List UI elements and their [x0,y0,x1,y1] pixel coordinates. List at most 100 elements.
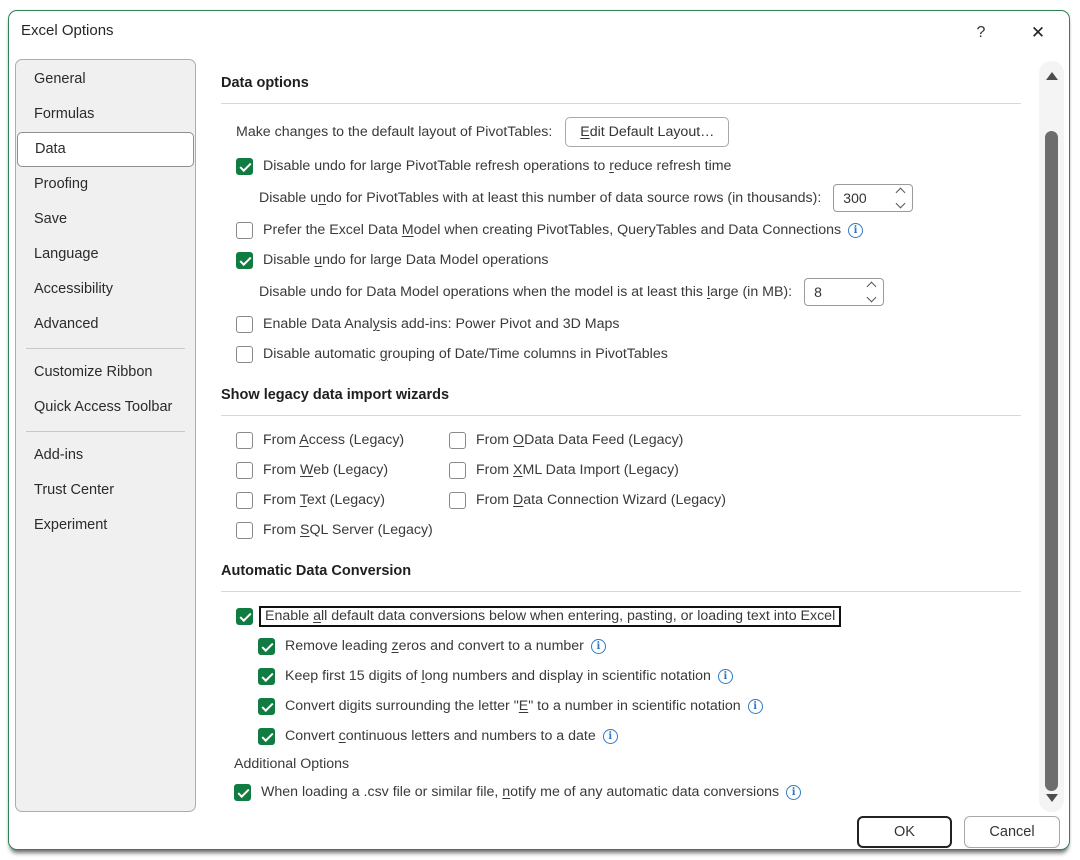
info-icon[interactable]: i [602,728,618,744]
sidebar-item-language[interactable]: Language [16,237,195,272]
from-web-checkbox[interactable] [236,461,253,479]
title-bar: Excel Options ? ✕ [9,11,1069,55]
excel-options-dialog: Excel Options ? ✕ General Formulas Data … [8,10,1070,850]
sidebar-item-formulas[interactable]: Formulas [16,97,195,132]
spinner-up-icon[interactable] [895,187,906,198]
convert-e-checkbox[interactable] [258,697,275,715]
sidebar-item-quick-access-toolbar[interactable]: Quick Access Toolbar [16,390,195,425]
help-icon[interactable]: ? [967,20,995,46]
additional-options-label: Additional Options [234,756,350,772]
keep-digits-checkbox[interactable] [258,667,275,685]
disable-undo-pivot-row: Disable undo for large PivotTable refres… [221,151,1021,181]
from-access-checkbox[interactable] [236,431,253,449]
pivot-rows-threshold-row: Disable undo for PivotTables with at lea… [221,181,1021,215]
section-separator [221,103,1021,104]
from-access-row: From Access (Legacy) [221,425,449,455]
scrollbar-thumb[interactable] [1045,131,1058,791]
csv-notify-checkbox[interactable] [234,783,251,801]
info-icon[interactable]: i [590,638,606,654]
enable-all-conversions-label[interactable]: Enable all default data conversions belo… [259,605,842,627]
info-icon[interactable]: i [747,698,763,714]
convert-date-label[interactable]: Convert continuous letters and numbers t… [285,728,596,744]
from-web-label[interactable]: From Web (Legacy) [263,462,388,478]
section-separator [221,415,1021,416]
enable-analysis-label[interactable]: Enable Data Analysis add-ins: Power Pivo… [263,316,619,332]
sidebar-item-experiment[interactable]: Experiment [16,508,195,543]
disable-undo-data-model-label[interactable]: Disable undo for large Data Model operat… [263,252,549,268]
scrollbar-up-arrow-icon[interactable] [1039,65,1064,87]
section-heading-auto-conversion: Automatic Data Conversion [221,563,412,579]
convert-date-checkbox[interactable] [258,727,275,745]
from-access-label[interactable]: From Access (Legacy) [263,432,404,448]
from-xml-label[interactable]: From XML Data Import (Legacy) [476,462,679,478]
sidebar-item-trust-center[interactable]: Trust Center [16,473,195,508]
sidebar-item-add-ins[interactable]: Add-ins [16,438,195,473]
from-text-label[interactable]: From Text (Legacy) [263,492,385,508]
edit-default-layout-button[interactable]: Edit Default Layout… [565,117,730,147]
disable-grouping-checkbox[interactable] [236,345,253,363]
enable-all-conversions-checkbox[interactable] [236,607,253,625]
disable-undo-pivot-label[interactable]: Disable undo for large PivotTable refres… [263,158,731,174]
dialog-title: Excel Options [21,22,114,39]
close-icon[interactable]: ✕ [1023,19,1053,47]
from-web-row: From Web (Legacy) [221,455,449,485]
from-text-checkbox[interactable] [236,491,253,509]
pivot-rows-spinner-value[interactable]: 300 [834,190,897,206]
data-model-size-spinner[interactable]: 8 [804,278,885,306]
prefer-data-model-label[interactable]: Prefer the Excel Data Model when creatin… [263,222,841,238]
from-dcw-checkbox[interactable] [449,491,466,509]
enable-analysis-checkbox[interactable] [236,315,253,333]
from-odata-label[interactable]: From OData Data Feed (Legacy) [476,432,683,448]
remove-zeros-label[interactable]: Remove leading zeros and convert to a nu… [285,638,584,654]
cancel-button[interactable]: Cancel [964,816,1060,848]
csv-notify-label[interactable]: When loading a .csv file or similar file… [261,784,779,800]
pivot-rows-spinner[interactable]: 300 [833,184,914,212]
from-xml-checkbox[interactable] [449,461,466,479]
sidebar-item-customize-ribbon[interactable]: Customize Ribbon [16,355,195,390]
data-model-size-row: Disable undo for Data Model operations w… [221,275,1021,309]
sidebar-item-advanced[interactable]: Advanced [16,307,195,342]
convert-e-row: Convert digits surrounding the letter "E… [221,691,1021,721]
data-model-size-spinner-value[interactable]: 8 [805,284,868,300]
section-heading-data-options: Data options [221,75,309,91]
convert-date-row: Convert continuous letters and numbers t… [221,721,1021,751]
disable-grouping-row: Disable automatic grouping of Date/Time … [221,339,1021,369]
spinner-up-icon[interactable] [866,281,877,292]
prefer-data-model-row: Prefer the Excel Data Model when creatin… [221,215,1021,245]
spinner-down-icon[interactable] [895,198,906,209]
from-odata-checkbox[interactable] [449,431,466,449]
disable-grouping-label[interactable]: Disable automatic grouping of Date/Time … [263,346,668,362]
csv-notify-row: When loading a .csv file or similar file… [221,777,1021,807]
keep-digits-label[interactable]: Keep first 15 digits of long numbers and… [285,668,711,684]
from-dcw-row: From Data Connection Wizard (Legacy) [449,485,1021,515]
remove-zeros-checkbox[interactable] [258,637,275,655]
disable-undo-pivot-checkbox[interactable] [236,157,253,175]
scrollbar-down-arrow-icon[interactable] [1039,787,1064,809]
disable-undo-data-model-row: Disable undo for large Data Model operat… [221,245,1021,275]
sidebar-item-save[interactable]: Save [16,202,195,237]
scrollbar[interactable] [1039,61,1064,812]
info-icon[interactable]: i [848,222,864,238]
info-icon[interactable]: i [717,668,733,684]
convert-e-label[interactable]: Convert digits surrounding the letter "E… [285,698,741,714]
sidebar-item-general[interactable]: General [16,62,195,97]
from-sql-row: From SQL Server (Legacy) [221,515,449,545]
info-icon[interactable]: i [786,784,802,800]
pivot-layout-label: Make changes to the default layout of Pi… [236,124,553,140]
sidebar-item-data[interactable]: Data [17,132,194,167]
from-sql-label[interactable]: From SQL Server (Legacy) [263,522,433,538]
prefer-data-model-checkbox[interactable] [236,221,253,239]
section-heading-legacy-wizards: Show legacy data import wizards [221,387,450,403]
sidebar-item-accessibility[interactable]: Accessibility [16,272,195,307]
from-sql-checkbox[interactable] [236,521,253,539]
disable-undo-data-model-checkbox[interactable] [236,251,253,269]
ok-button[interactable]: OK [857,816,952,848]
sidebar-divider [26,348,185,349]
sidebar-item-proofing[interactable]: Proofing [16,167,195,202]
from-text-row: From Text (Legacy) [221,485,449,515]
from-dcw-label[interactable]: From Data Connection Wizard (Legacy) [476,492,726,508]
keep-digits-row: Keep first 15 digits of long numbers and… [221,661,1021,691]
main-content: Data options Make changes to the default… [221,71,1021,807]
enable-all-conversions-row: Enable all default data conversions belo… [221,601,1021,631]
spinner-down-icon[interactable] [866,292,877,303]
